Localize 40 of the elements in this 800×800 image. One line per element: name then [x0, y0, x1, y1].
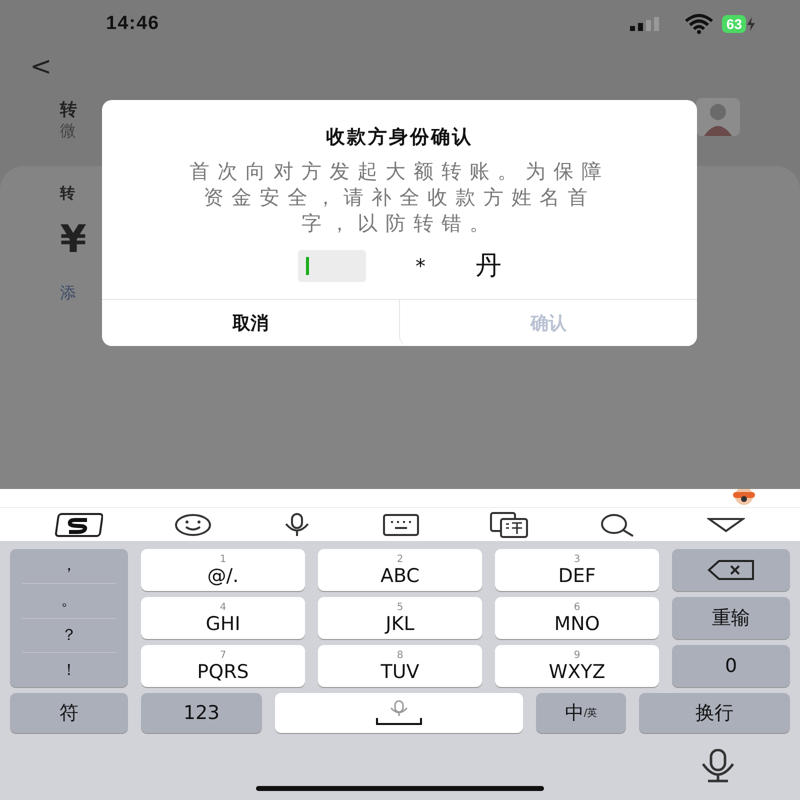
battery-level: 63 [722, 15, 746, 33]
name-input-field[interactable] [298, 250, 366, 282]
wifi-icon [684, 14, 714, 34]
zero-key[interactable]: 0 [672, 645, 790, 687]
symbols-key[interactable]: 符 [10, 693, 128, 733]
letter-key[interactable]: 8 TUV [318, 645, 482, 687]
collapse-icon[interactable] [706, 516, 745, 532]
dialog-message: 首次向对方发起大额转账。为保障资金安全，请补全收款方姓名首字，以防转错。 [188, 158, 610, 236]
letter-key[interactable]: 7 PQRS [141, 645, 305, 687]
search-icon[interactable] [598, 512, 636, 536]
currency-symbol: ¥ [60, 217, 86, 261]
amount-label: 转 [60, 184, 75, 203]
dialog-title: 收款方身份确认 [326, 125, 473, 150]
emoji-icon[interactable] [174, 512, 212, 536]
enter-key[interactable]: 换行 [639, 693, 790, 733]
clock-time: 14:46 [106, 13, 161, 35]
sogou-logo-icon[interactable] [55, 512, 104, 538]
space-mic-icon [375, 700, 423, 726]
letter-key[interactable]: 5 JKL [318, 597, 482, 639]
backspace-key[interactable] [672, 549, 790, 591]
letter-key[interactable]: 6 MNO [495, 597, 659, 639]
backspace-icon [707, 560, 755, 580]
keyboard-icon[interactable] [382, 514, 419, 536]
punctuation-key[interactable]: 。 [22, 584, 116, 618]
punctuation-key[interactable]: ！ [22, 653, 116, 687]
punctuation-key[interactable]: ， [22, 549, 116, 584]
letter-key[interactable]: 9 WXYZ [495, 645, 659, 687]
numbers-key[interactable]: 123 [141, 693, 262, 733]
reset-key[interactable]: 重输 [672, 597, 790, 639]
letter-key[interactable]: 3 DEF [495, 549, 659, 591]
letter-key[interactable]: 2 ABC [318, 549, 482, 591]
name-character: 丹 [476, 250, 502, 283]
letter-key[interactable]: 4 GHI [141, 597, 305, 639]
letter-key[interactable]: 1 @/. [141, 549, 305, 591]
punctuation-key[interactable]: ？ [22, 618, 116, 654]
page-title: 转 [60, 99, 77, 121]
masked-character: * [416, 254, 426, 278]
back-button[interactable]: < [0, 48, 50, 98]
microphone-icon[interactable] [700, 749, 736, 783]
translate-icon[interactable] [490, 512, 528, 538]
